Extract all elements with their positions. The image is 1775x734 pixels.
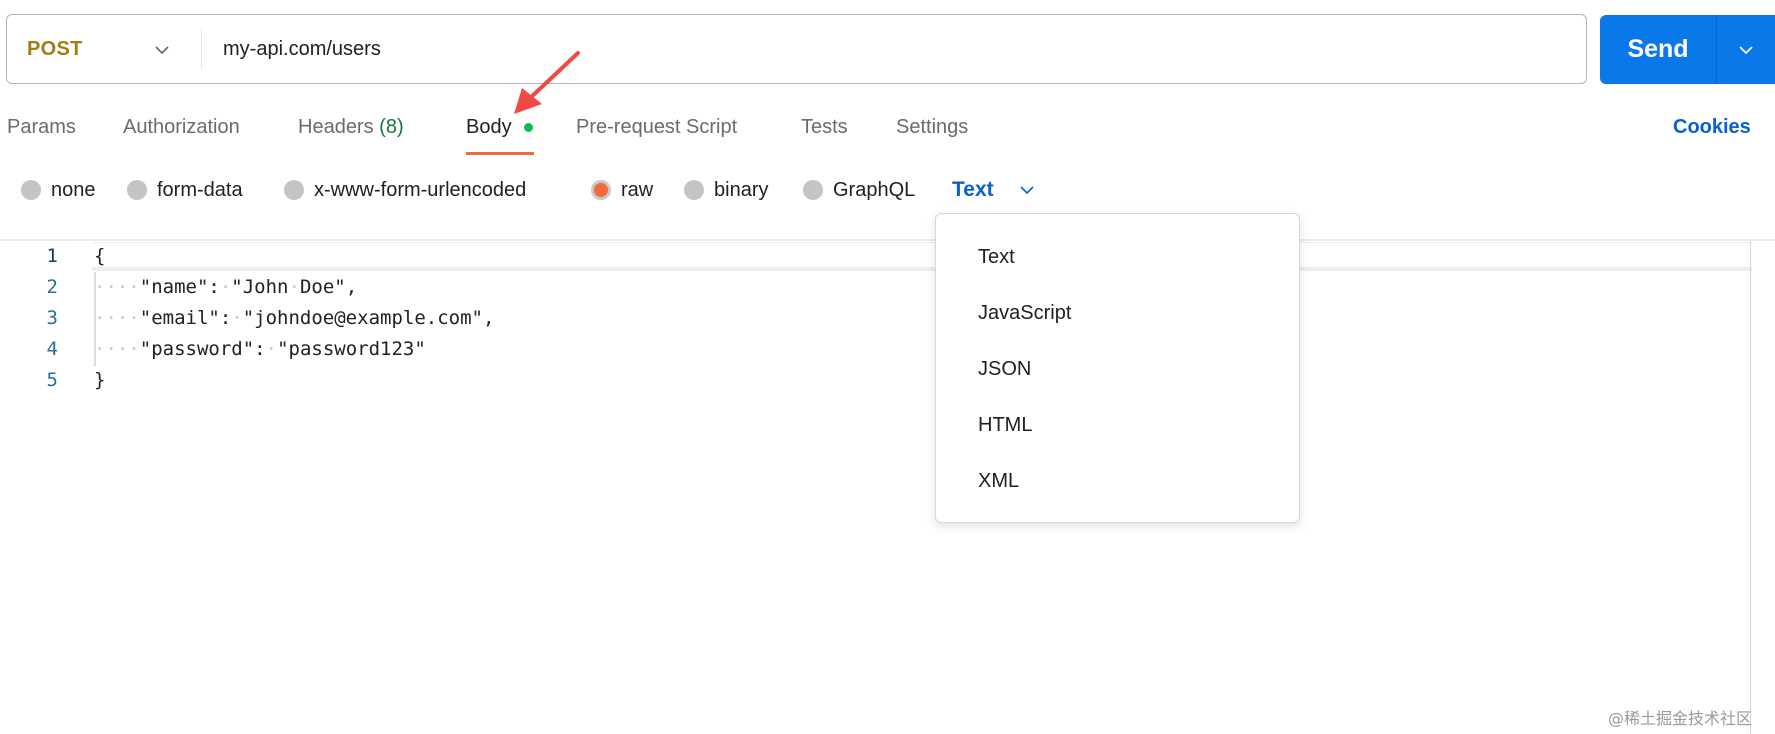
send-button[interactable]: Send bbox=[1600, 15, 1775, 84]
tab-authorization[interactable]: Authorization bbox=[123, 110, 240, 144]
whitespace-marker: ···· bbox=[94, 338, 140, 360]
radio-binary-circle[interactable] bbox=[684, 180, 704, 200]
url-input[interactable]: my-api.com/users bbox=[223, 15, 381, 83]
raw-language-dropdown: Text JavaScript JSON HTML XML bbox=[935, 213, 1300, 523]
radio-binary-label: binary bbox=[714, 179, 769, 201]
code-text: "email":·"johndoe@example.com", bbox=[139, 307, 495, 329]
send-label[interactable]: Send bbox=[1600, 15, 1716, 84]
radio-raw-circle-checked[interactable] bbox=[591, 180, 611, 200]
whitespace-marker: · bbox=[219, 276, 232, 298]
tab-tests[interactable]: Tests bbox=[801, 110, 848, 144]
tab-params[interactable]: Params bbox=[7, 110, 76, 144]
annotation-arrow-icon bbox=[514, 51, 580, 114]
radio-form-data-label: form-data bbox=[157, 179, 243, 201]
whitespace-marker: · bbox=[231, 307, 243, 329]
radio-raw-label: raw bbox=[621, 179, 654, 201]
line-number: 1 bbox=[46, 245, 58, 267]
send-divider bbox=[1716, 15, 1717, 84]
active-tab-indicator bbox=[466, 152, 534, 155]
code-text: } bbox=[94, 369, 106, 391]
editor-scrollbar[interactable] bbox=[1750, 241, 1751, 734]
dropdown-option-text[interactable]: Text bbox=[978, 237, 1015, 277]
radio-none-label: none bbox=[51, 179, 96, 201]
whitespace-marker: ···· bbox=[94, 276, 140, 298]
code-line[interactable]: { bbox=[94, 241, 105, 272]
code-line[interactable]: ····"name":·"John·Doe", bbox=[94, 272, 357, 303]
whitespace-marker: · bbox=[265, 338, 278, 360]
radio-graphql-circle[interactable] bbox=[803, 180, 823, 200]
tab-settings[interactable]: Settings bbox=[896, 110, 968, 144]
radio-urlencoded-label: x-www-form-urlencoded bbox=[314, 179, 527, 201]
line-number: 2 bbox=[46, 276, 58, 298]
chevron-down-icon[interactable] bbox=[1018, 181, 1036, 199]
send-options-chevron-icon[interactable] bbox=[1736, 40, 1756, 60]
code-text: "password":·"password123" bbox=[139, 338, 426, 360]
http-method-select[interactable]: POST bbox=[27, 15, 83, 83]
request-url-bar: POST my-api.com/users bbox=[6, 14, 1587, 84]
dropdown-option-json[interactable]: JSON bbox=[978, 349, 1031, 389]
raw-language-select[interactable]: Text bbox=[952, 174, 994, 206]
radio-urlencoded-circle[interactable] bbox=[284, 180, 304, 200]
dropdown-option-html[interactable]: HTML bbox=[978, 405, 1032, 445]
chevron-down-icon[interactable] bbox=[153, 41, 171, 59]
body-modified-dot-icon bbox=[524, 123, 533, 132]
watermark: @稀土掘金技术社区 bbox=[1608, 709, 1753, 728]
tab-headers-label: Headers bbox=[298, 116, 374, 138]
line-number: 3 bbox=[46, 307, 58, 329]
dropdown-option-javascript[interactable]: JavaScript bbox=[978, 293, 1071, 333]
tab-headers[interactable]: Headers (8) bbox=[298, 110, 404, 144]
cookies-link[interactable]: Cookies bbox=[1673, 110, 1751, 144]
code-line[interactable]: ····"email":·"johndoe@example.com", bbox=[94, 303, 494, 334]
active-line-highlight bbox=[92, 242, 1752, 271]
code-text: "name":·"John·Doe", bbox=[139, 276, 358, 298]
editor-top-border bbox=[0, 239, 1775, 241]
radio-form-data-circle[interactable] bbox=[127, 180, 147, 200]
whitespace-marker: ···· bbox=[94, 307, 140, 329]
code-line[interactable]: ····"password":·"password123" bbox=[94, 334, 426, 365]
headers-count-badge: (8) bbox=[379, 116, 404, 138]
dropdown-option-xml[interactable]: XML bbox=[978, 461, 1019, 501]
radio-graphql-label: GraphQL bbox=[833, 179, 916, 201]
code-text: { bbox=[94, 245, 106, 267]
line-number: 4 bbox=[46, 338, 58, 360]
tab-pre-request-script[interactable]: Pre-request Script bbox=[576, 110, 737, 144]
radio-none-circle[interactable] bbox=[21, 180, 41, 200]
url-divider bbox=[201, 29, 202, 69]
whitespace-marker: · bbox=[288, 276, 300, 298]
code-line[interactable]: } bbox=[94, 365, 105, 396]
line-number: 5 bbox=[46, 369, 58, 391]
